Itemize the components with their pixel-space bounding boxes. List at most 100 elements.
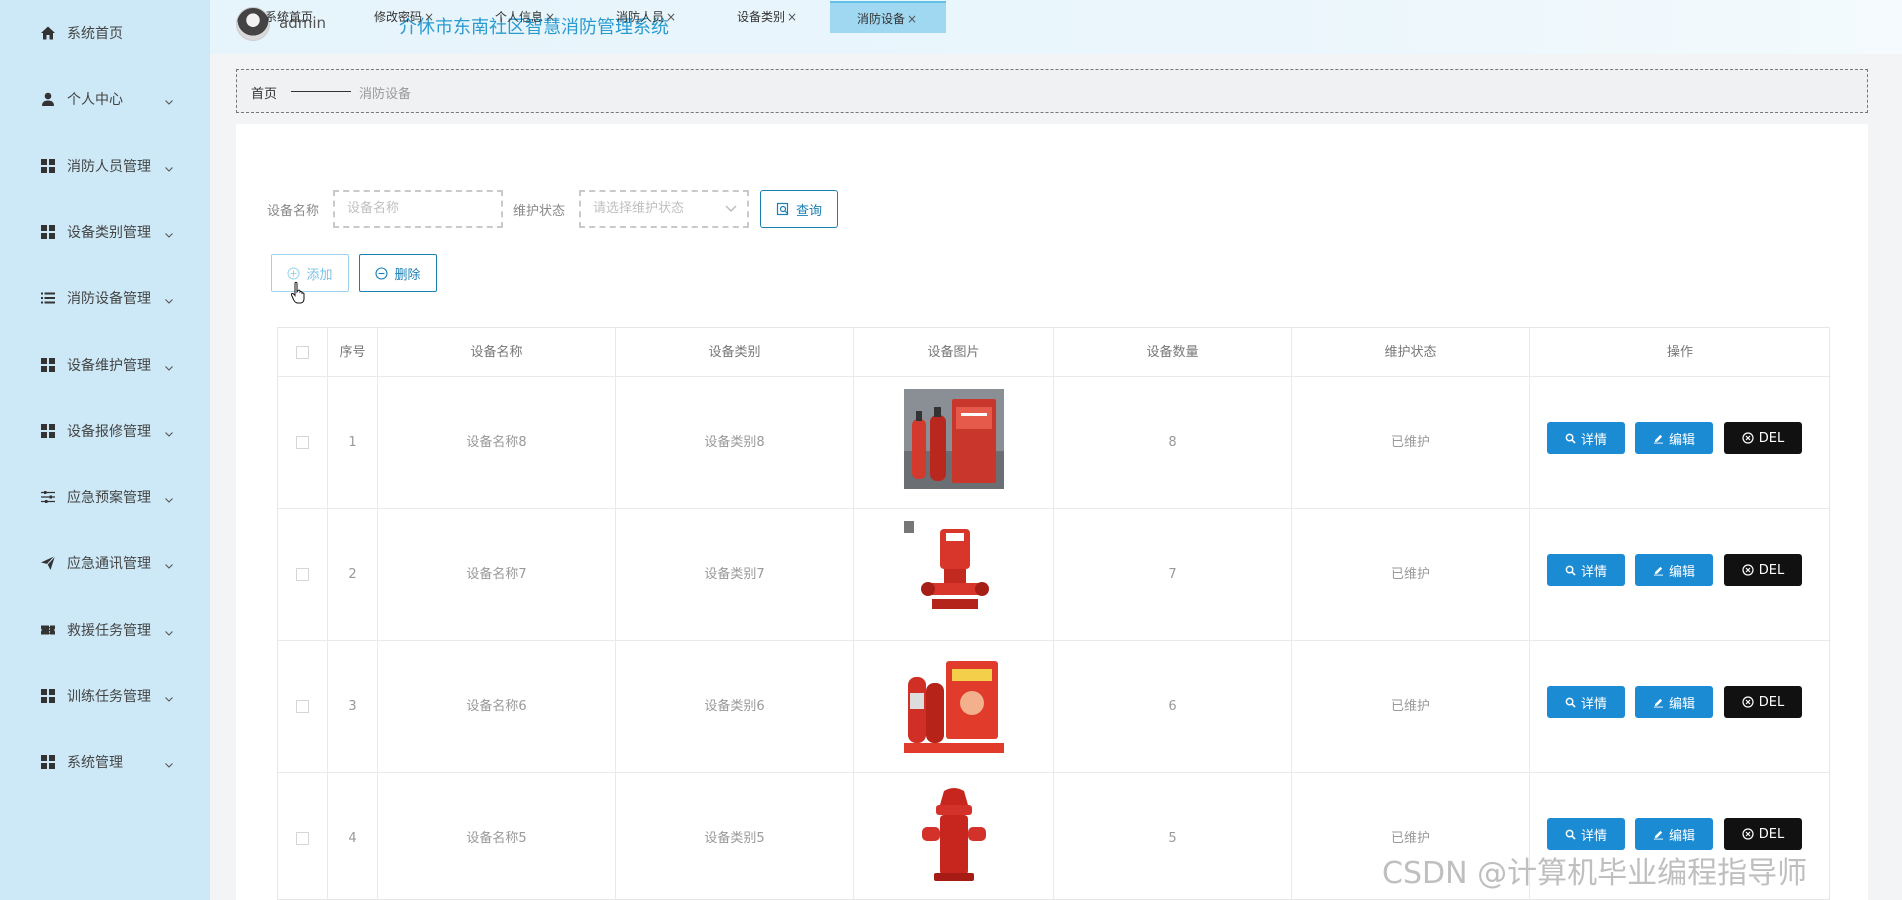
search-icon xyxy=(1565,433,1576,444)
send-icon xyxy=(40,555,56,571)
tab-home[interactable]: 系统首页 xyxy=(265,1,313,33)
del-button[interactable]: DEL xyxy=(1724,554,1802,586)
detail-button[interactable]: 详情 xyxy=(1547,554,1625,586)
close-icon[interactable]: × xyxy=(424,10,434,24)
tab-label: 消防设备 xyxy=(857,12,906,26)
add-button[interactable]: 添加 xyxy=(271,254,349,292)
device-name-label: 设备名称 xyxy=(267,204,320,219)
sidebar: 系统首页 个人中心 消防人员管理 设备类别管理 消防设备管理 设备维护管理 设备报修管理 应急… xyxy=(0,0,210,900)
del-button-label: DEL xyxy=(1758,430,1785,446)
row-checkbox[interactable] xyxy=(296,436,309,449)
tab-label: 系统首页 xyxy=(265,10,314,24)
edit-button[interactable]: 编辑 xyxy=(1635,554,1713,586)
minus-circle-icon xyxy=(375,266,389,280)
chevron-down-icon xyxy=(163,359,175,371)
equipment-table: 序号 设备名称 设备类别 设备图片 设备数量 维护状态 操作 1 设备名称8 设备类… xyxy=(277,327,1830,900)
del-button-label: DEL xyxy=(1758,826,1785,842)
del-button-label: DEL xyxy=(1758,562,1785,578)
device-image xyxy=(904,521,1004,621)
plus-circle-icon xyxy=(287,267,300,279)
edit-button[interactable]: 编辑 xyxy=(1635,818,1713,850)
sidebar-item-label: 设备类别管理 xyxy=(67,224,151,241)
chevron-down-icon xyxy=(163,226,175,238)
chevron-down-icon xyxy=(163,557,175,570)
sidebar-item[interactable]: 设备维护管理 xyxy=(0,345,210,385)
sidebar-item-label: 个人中心 xyxy=(67,92,123,109)
detail-button-label: 详情 xyxy=(1580,564,1607,580)
query-label: 查询 xyxy=(795,203,822,219)
sidebar-item-label: 设备报修管理 xyxy=(67,423,151,440)
detail-button-label: 详情 xyxy=(1580,828,1607,844)
sidebar-item[interactable]: 消防设备管理 xyxy=(0,278,210,318)
tab-personal-info[interactable]: 个人信息 × xyxy=(495,1,555,33)
sidebar-item[interactable]: 设备类别管理 xyxy=(0,212,210,252)
tab-label: 设备类别 xyxy=(737,10,786,24)
row-checkbox[interactable] xyxy=(296,568,309,581)
close-circle-icon xyxy=(1742,564,1754,576)
sidebar-item[interactable]: 应急通讯管理 xyxy=(0,543,210,583)
close-icon[interactable]: × xyxy=(787,10,797,24)
sidebar-item-label: 消防设备管理 xyxy=(67,291,151,308)
chevron-down-icon xyxy=(163,93,175,106)
row-device-category: 设备类别8 xyxy=(616,377,854,509)
sliders-icon xyxy=(40,489,56,505)
grid-icon xyxy=(40,754,56,770)
close-circle-icon xyxy=(1742,828,1754,840)
row-checkbox[interactable] xyxy=(296,832,309,845)
tab-fire-equipment[interactable]: 消防设备 × xyxy=(830,1,946,33)
close-icon[interactable]: × xyxy=(907,12,917,26)
list-icon xyxy=(40,290,56,306)
row-index: 2 xyxy=(328,509,378,641)
select-all-checkbox[interactable] xyxy=(296,346,309,359)
tab-fire-staff[interactable]: 消防人员 × xyxy=(616,1,676,33)
detail-button[interactable]: 详情 xyxy=(1547,422,1625,454)
chevron-down-icon xyxy=(163,624,175,636)
maintenance-status-placeholder: 请选择维护状态 xyxy=(593,201,685,216)
sidebar-item[interactable]: 消防人员管理 xyxy=(0,146,210,186)
row-index: 3 xyxy=(328,641,378,773)
search-icon xyxy=(1565,697,1576,708)
table-row: 2 设备名称7 设备类别7 7 已维护 详情 编辑 DEL xyxy=(278,509,1829,641)
sidebar-item[interactable]: 系统管理 xyxy=(0,742,210,782)
detail-button[interactable]: 详情 xyxy=(1547,686,1625,718)
close-circle-icon xyxy=(1742,696,1754,708)
watermark: CSDN @计算机毕业编程指导师 xyxy=(1382,856,1808,891)
sidebar-item[interactable]: 训练任务管理 xyxy=(0,676,210,716)
sidebar-item[interactable]: 救援任务管理 xyxy=(0,610,210,650)
tab-change-password[interactable]: 修改密码 × xyxy=(374,1,434,33)
del-button[interactable]: DEL xyxy=(1724,686,1802,718)
query-button[interactable]: 查询 xyxy=(760,190,838,228)
device-name-input[interactable]: 设备名称 xyxy=(333,190,503,228)
search-doc-icon xyxy=(776,202,789,216)
del-button[interactable]: DEL xyxy=(1724,422,1802,454)
row-index: 4 xyxy=(328,773,378,899)
delete-button[interactable]: 删除 xyxy=(359,254,437,292)
detail-button-label: 详情 xyxy=(1580,432,1607,448)
sidebar-item-label: 设备维护管理 xyxy=(67,357,151,374)
sidebar-item[interactable]: 应急预案管理 xyxy=(0,477,210,517)
edit-button-label: 编辑 xyxy=(1668,564,1695,580)
sidebar-item-label: 应急通讯管理 xyxy=(67,556,151,573)
close-icon[interactable]: × xyxy=(666,10,676,24)
sidebar-item[interactable]: 设备报修管理 xyxy=(0,411,210,451)
row-checkbox[interactable] xyxy=(296,700,309,713)
del-button[interactable]: DEL xyxy=(1724,818,1802,850)
edit-button[interactable]: 编辑 xyxy=(1635,422,1713,454)
sidebar-item[interactable]: 个人中心 xyxy=(0,79,210,119)
maintenance-status-select[interactable]: 请选择维护状态 xyxy=(579,190,749,228)
sidebar-item[interactable]: 系统首页 xyxy=(0,13,210,53)
breadcrumb-home[interactable]: 首页 xyxy=(251,83,277,102)
close-icon[interactable]: × xyxy=(545,10,555,24)
detail-button[interactable]: 详情 xyxy=(1547,818,1625,850)
grid-icon xyxy=(40,357,56,373)
tab-device-category[interactable]: 设备类别 × xyxy=(737,1,797,33)
header-device-quantity: 设备数量 xyxy=(1054,328,1292,377)
table-row: 1 设备名称8 设备类别8 8 已维护 详情 编辑 DEL xyxy=(278,377,1829,509)
header-device-name: 设备名称 xyxy=(378,328,616,377)
home-icon xyxy=(40,25,56,41)
header-index: 序号 xyxy=(328,328,378,377)
sidebar-item-label: 消防人员管理 xyxy=(67,158,151,175)
sidebar-item-label: 训练任务管理 xyxy=(67,689,151,705)
edit-button[interactable]: 编辑 xyxy=(1635,686,1713,718)
chevron-down-icon xyxy=(163,160,175,172)
